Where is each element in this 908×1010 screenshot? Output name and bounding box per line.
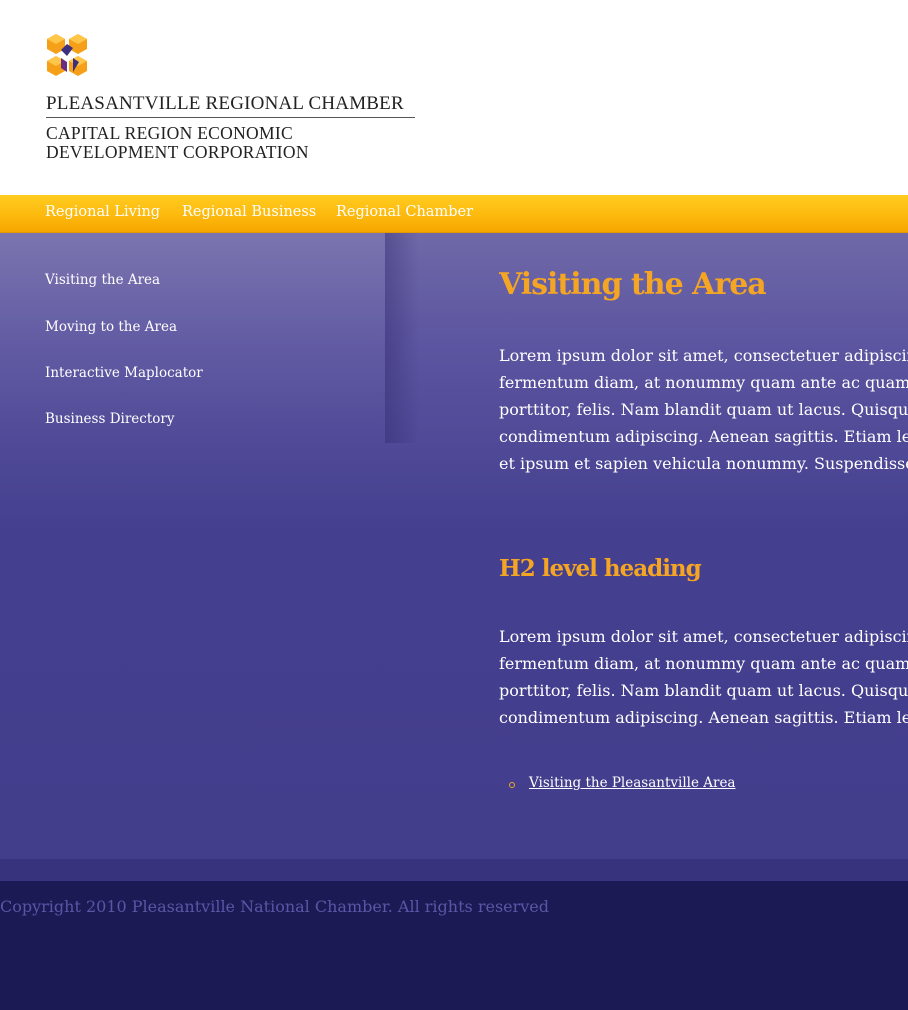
paragraph-line: Lorem ipsum dolor sit amet, consectetuer… — [499, 346, 908, 365]
topnav-item-regional-business[interactable]: Regional Business — [182, 204, 316, 220]
topnav-item-regional-living[interactable]: Regional Living — [45, 204, 160, 220]
page: PLEASANTVILLE REGIONAL CHAMBER CAPITAL R… — [0, 0, 908, 1010]
header-divider — [46, 117, 415, 118]
content-column: Visiting the Area Lorem ipsum dolor sit … — [499, 233, 908, 859]
sidebar-item-moving-to-the-area[interactable]: Moving to the Area — [45, 319, 177, 335]
body-paragraph-2: Lorem ipsum dolor sit amet, consectetuer… — [499, 623, 908, 731]
hexagon-cube-logo-icon[interactable] — [45, 32, 91, 78]
paragraph-line: porttitor, felis. Nam blandit quam ut la… — [499, 400, 908, 419]
circle-bullet-icon — [509, 782, 515, 788]
paragraph-line: Lorem ipsum dolor sit amet, consectetuer… — [499, 627, 908, 646]
org-subtitle: CAPITAL REGION ECONOMIC DEVELOPMENT CORP… — [46, 124, 309, 162]
link-visiting-pleasantville-area[interactable]: Visiting the Pleasantville Area — [529, 775, 735, 791]
paragraph-line: fermentum diam, at nonummy quam ante ac … — [499, 373, 908, 392]
copyright-text: Copyright 2010 Pleasantville National Ch… — [0, 897, 550, 916]
topnav-item-regional-chamber[interactable]: Regional Chamber — [336, 204, 473, 220]
paragraph-line: et ipsum et sapien vehicula nonummy. Sus… — [499, 454, 908, 473]
top-navigation: Regional Living Regional Business Region… — [0, 195, 908, 233]
sidebar-shadow — [385, 233, 419, 443]
sidebar-item-interactive-maplocator[interactable]: Interactive Maplocator — [45, 365, 203, 381]
sidebar-item-business-directory[interactable]: Business Directory — [45, 411, 174, 427]
org-subtitle-line-2: DEVELOPMENT CORPORATION — [46, 142, 309, 162]
org-subtitle-line-1: CAPITAL REGION ECONOMIC — [46, 123, 293, 143]
section-heading: H2 level heading — [499, 555, 702, 582]
main-area: Visiting the Area Moving to the Area Int… — [0, 233, 908, 859]
sidebar-item-visiting-the-area[interactable]: Visiting the Area — [45, 272, 160, 288]
paragraph-line: condimentum adipiscing. Aenean sagittis.… — [499, 427, 908, 446]
footer-band — [0, 859, 908, 881]
org-name: PLEASANTVILLE REGIONAL CHAMBER — [46, 93, 404, 114]
site-footer: Copyright 2010 Pleasantville National Ch… — [0, 881, 908, 1010]
site-header: PLEASANTVILLE REGIONAL CHAMBER CAPITAL R… — [0, 0, 908, 195]
page-title: Visiting the Area — [499, 267, 767, 302]
paragraph-line: fermentum diam, at nonummy quam ante ac … — [499, 654, 908, 673]
body-paragraph-1: Lorem ipsum dolor sit amet, consectetuer… — [499, 342, 908, 477]
paragraph-line: condimentum adipiscing. Aenean sagittis.… — [499, 708, 908, 727]
paragraph-line: porttitor, felis. Nam blandit quam ut la… — [499, 681, 908, 700]
